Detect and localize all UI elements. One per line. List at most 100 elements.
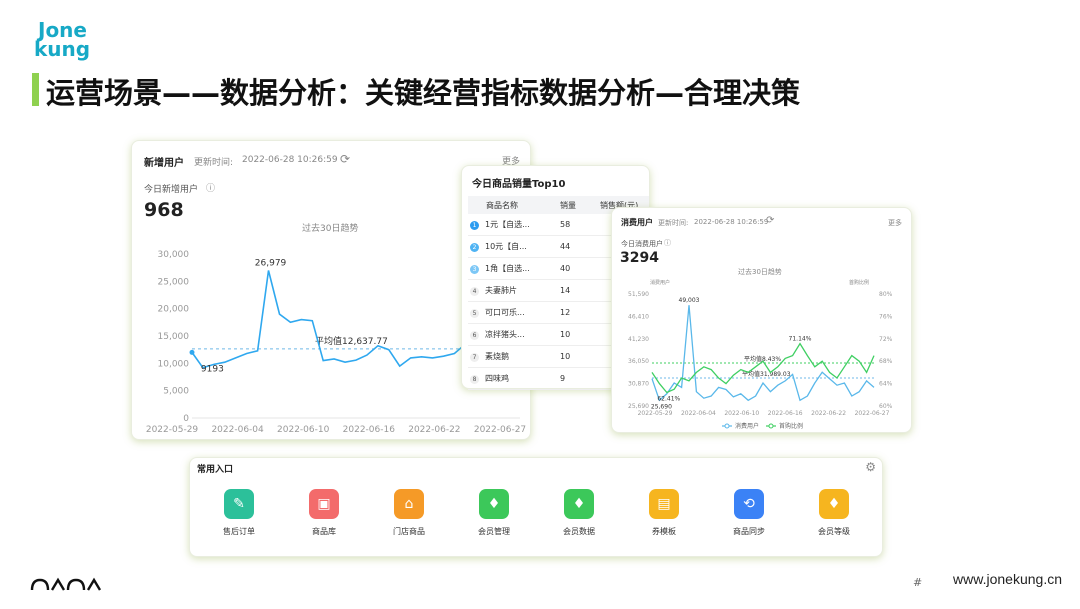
diamond-icon: ♦ <box>479 489 509 519</box>
refresh-icon[interactable]: ⟳ <box>766 215 774 226</box>
legend-label: 首购比例 <box>779 422 803 430</box>
refresh-icon[interactable]: ⟳ <box>340 152 350 166</box>
legend-dot <box>724 423 730 429</box>
product-name: 10元【自... <box>485 242 527 251</box>
y-tick-label: 15,000 <box>158 332 190 342</box>
left-axis-title: 消费用户 <box>650 280 671 286</box>
x-tick-label: 2022-06-16 <box>343 425 396 435</box>
entry-label: 门店商品 <box>393 527 425 536</box>
level-icon: ♦ <box>819 489 849 519</box>
rank-badge: 2 <box>470 243 479 252</box>
entry-diamond[interactable]: ♦ 会员管理 <box>464 489 524 537</box>
entry-coupon[interactable]: ▤ 券模板 <box>634 489 694 537</box>
entry-box[interactable]: ▣ 商品库 <box>294 489 354 537</box>
x-tick-label: 2022-05-29 <box>638 410 673 417</box>
update-prefix: 更新时间: <box>194 158 234 168</box>
entry-label: 商品同步 <box>733 527 765 536</box>
spend-users-card: 消费用户 更新时间: 2022-06-28 10:26:59 ⟳ 更多 今日消费… <box>611 207 912 433</box>
y-tick-label: 46,410 <box>628 313 649 320</box>
logo-line2: kung <box>34 37 91 61</box>
product-name: 凉拌猪头... <box>485 330 525 339</box>
col-qty: 销量 <box>558 196 598 214</box>
y-tick-label: 36,050 <box>628 358 649 365</box>
rank-badge: 6 <box>470 331 479 340</box>
y-tick-label: 5,000 <box>163 387 189 397</box>
min-label: 62.41% <box>657 396 680 403</box>
card-title: 常用入口 <box>197 465 234 475</box>
max-label: 71.14% <box>789 336 812 343</box>
card-title: 今日商品销量Top10 <box>472 179 566 190</box>
x-tick-label: 2022-06-27 <box>474 425 526 435</box>
product-name: 1元【自选... <box>485 220 530 229</box>
qty-cell: 14 <box>558 279 598 302</box>
entry-label: 券模板 <box>652 527 676 536</box>
help-icon[interactable]: ⓘ <box>206 181 215 194</box>
y2-tick-label: 72% <box>879 336 893 343</box>
y-tick-label: 25,690 <box>628 403 649 410</box>
trend-label: 过去30日趋势 <box>738 268 782 276</box>
y-tick-label: 51,590 <box>628 291 649 298</box>
quick-entries-card: 常用入口 ⚙ ✎ 售后订单 ▣ 商品库 ⌂ 门店商品 ♦ 会员管理 ♦ 会员数据 ▤ 券模板 ⟲ 商品同步… <box>189 457 883 557</box>
spend-users-chart: 51,590 46,410 41,230 36,050 30,870 25,690 80% 7… <box>628 291 893 430</box>
series-line-users <box>651 305 875 402</box>
qty-cell: 44 <box>558 235 598 258</box>
today-value: 968 <box>144 199 184 221</box>
entry-label: 售后订单 <box>223 527 255 536</box>
y2-tick-label: 68% <box>879 358 893 365</box>
product-name-cell: 8 四味鸡 <box>468 367 558 390</box>
rank-badge: 1 <box>470 221 479 230</box>
card-title: 新增用户 <box>144 158 184 169</box>
x-tick-label: 2022-05-29 <box>146 425 199 435</box>
start-point <box>189 349 195 355</box>
today-value: 3294 <box>620 250 659 266</box>
product-name: 可口可乐... <box>485 308 525 317</box>
help-icon[interactable]: ⓘ <box>664 238 671 248</box>
entry-order[interactable]: ✎ 售后订单 <box>209 489 269 537</box>
entry-store[interactable]: ⌂ 门店商品 <box>379 489 439 537</box>
y-tick-label: 0 <box>183 414 189 424</box>
max-label: 26,979 <box>255 259 287 269</box>
entry-bag[interactable]: ⟲ 商品同步 <box>719 489 779 537</box>
product-name-cell: 4 夫妻肺片 <box>468 279 558 302</box>
product-name-cell: 2 10元【自... <box>468 235 558 258</box>
x-tick-label: 2022-06-10 <box>724 410 759 417</box>
entry-label: 商品库 <box>312 527 336 536</box>
qty-cell: 12 <box>558 301 598 324</box>
more-link[interactable]: 更多 <box>888 218 902 228</box>
y-tick-label: 30,870 <box>628 381 649 388</box>
qty-cell: 58 <box>558 214 598 236</box>
product-name: 1角【自选... <box>485 264 530 273</box>
col-name: 商品名称 <box>468 196 558 214</box>
x-tick-label: 2022-06-16 <box>768 410 803 417</box>
legend-label: 消费用户 <box>735 422 759 430</box>
footer-url[interactable]: www.jonekung.cn <box>953 571 1062 587</box>
y-tick-label: 30,000 <box>158 250 190 260</box>
y-tick-label: 10,000 <box>158 359 190 369</box>
product-name-cell: 6 凉拌猪头... <box>468 323 558 346</box>
entry-label: 会员等级 <box>818 527 850 536</box>
qty-cell: 10 <box>558 345 598 368</box>
average-label: 平均值12,637.77 <box>315 335 388 347</box>
rank-badge: 3 <box>470 265 479 274</box>
update-time: 2022-06-28 10:26:59 <box>242 155 338 165</box>
rank-badge: 5 <box>470 309 479 318</box>
order-icon: ✎ <box>224 489 254 519</box>
entry-label: 会员数据 <box>563 527 595 536</box>
entry-level[interactable]: ♦ 会员等级 <box>804 489 864 537</box>
today-label: 今日新增用户 <box>144 185 199 195</box>
rank-badge: 4 <box>470 287 479 296</box>
y2-tick-label: 76% <box>879 313 893 320</box>
bag-icon: ⟲ <box>734 489 764 519</box>
product-name: 四味鸡 <box>485 374 509 383</box>
min-label: 25,690 <box>651 403 672 410</box>
min-label: 9193 <box>201 365 224 375</box>
product-name-cell: 3 1角【自选... <box>468 257 558 280</box>
title-accent-bar <box>32 73 39 106</box>
y2-tick-label: 64% <box>879 381 893 388</box>
entry-diamond-data[interactable]: ♦ 会员数据 <box>549 489 609 537</box>
y-tick-label: 25,000 <box>158 277 190 287</box>
rank-badge: 8 <box>470 375 479 384</box>
qty-cell: 9 <box>558 367 598 390</box>
settings-icon[interactable]: ⚙ <box>865 460 876 474</box>
hash-icon: # <box>913 576 923 589</box>
